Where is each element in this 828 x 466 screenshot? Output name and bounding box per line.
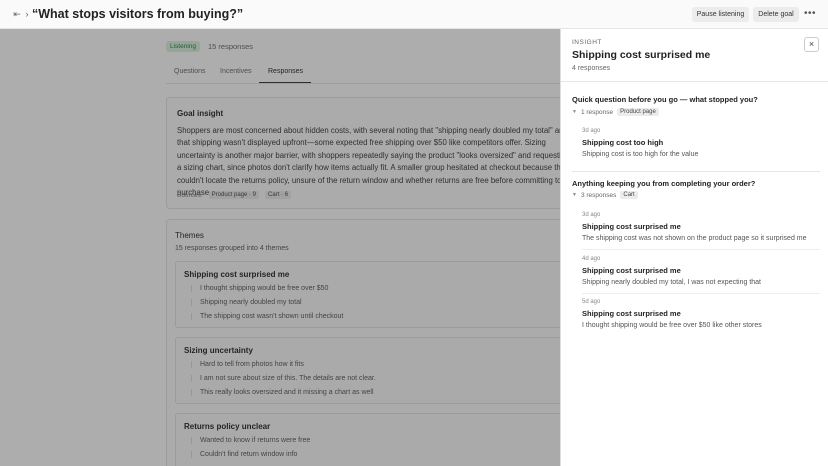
- question-tag: Cart: [620, 191, 638, 199]
- response-time: 3d ago: [582, 128, 601, 134]
- response-item[interactable]: 3d ago Shipping cost too high Shipping c…: [582, 128, 822, 158]
- question-title: Quick question before you go — what stop…: [572, 95, 758, 104]
- response-text: I thought shipping would be free over $5…: [582, 322, 762, 329]
- response-text: Shipping cost is too high for the value: [582, 151, 699, 158]
- caret-down-icon[interactable]: ▼: [572, 192, 577, 198]
- caret-down-icon[interactable]: ▼: [572, 109, 577, 115]
- response-divider: [582, 249, 820, 250]
- question-response-count: 1 response: [580, 108, 614, 116]
- response-text: The shipping cost was not shown on the p…: [582, 235, 807, 242]
- panel-eyebrow: INSIGHT: [572, 39, 602, 46]
- response-item[interactable]: 4d ago Shipping cost surprised me Shippi…: [582, 256, 822, 286]
- modal-backdrop[interactable]: [0, 29, 560, 466]
- section-divider: [572, 171, 820, 172]
- response-time: 4d ago: [582, 256, 601, 262]
- response-title: Shipping cost too high: [582, 138, 664, 147]
- collapse-sidebar-icon[interactable]: ⇤: [12, 9, 22, 19]
- response-time: 5d ago: [582, 299, 601, 305]
- response-divider: [582, 293, 820, 294]
- page-title: “What stops visitors from buying?”: [32, 7, 244, 21]
- insight-panel: INSIGHT Shipping cost surprised me 4 res…: [560, 29, 828, 466]
- question-title: Anything keeping you from completing you…: [572, 179, 756, 188]
- delete-goal-button[interactable]: Delete goal: [753, 7, 799, 22]
- question-tag: Product page: [617, 108, 659, 116]
- question-meta[interactable]: ▼ 1 response Product page: [572, 108, 659, 116]
- response-title: Shipping cost surprised me: [582, 222, 681, 231]
- response-item[interactable]: 3d ago Shipping cost surprised me The sh…: [582, 212, 822, 242]
- question-response-count: 3 responses: [580, 191, 617, 199]
- response-title: Shipping cost surprised me: [582, 309, 681, 318]
- response-item[interactable]: 5d ago Shipping cost surprised me I thou…: [582, 299, 822, 329]
- panel-title: Shipping cost surprised me: [572, 49, 711, 61]
- panel-divider: [561, 81, 828, 82]
- panel-response-count: 4 responses: [572, 65, 611, 72]
- pause-listening-button[interactable]: Pause listening: [692, 7, 749, 22]
- question-meta[interactable]: ▼ 3 responses Cart: [572, 191, 638, 199]
- more-options-icon[interactable]: •••: [804, 8, 816, 19]
- close-icon[interactable]: ×: [804, 37, 819, 52]
- response-time: 3d ago: [582, 212, 601, 218]
- response-text: Shipping nearly doubled my total, I was …: [582, 279, 761, 286]
- chevron-right-icon: ›: [25, 9, 29, 19]
- top-bar: ⇤ › “What stops visitors from buying?” P…: [0, 0, 828, 29]
- response-title: Shipping cost surprised me: [582, 266, 681, 275]
